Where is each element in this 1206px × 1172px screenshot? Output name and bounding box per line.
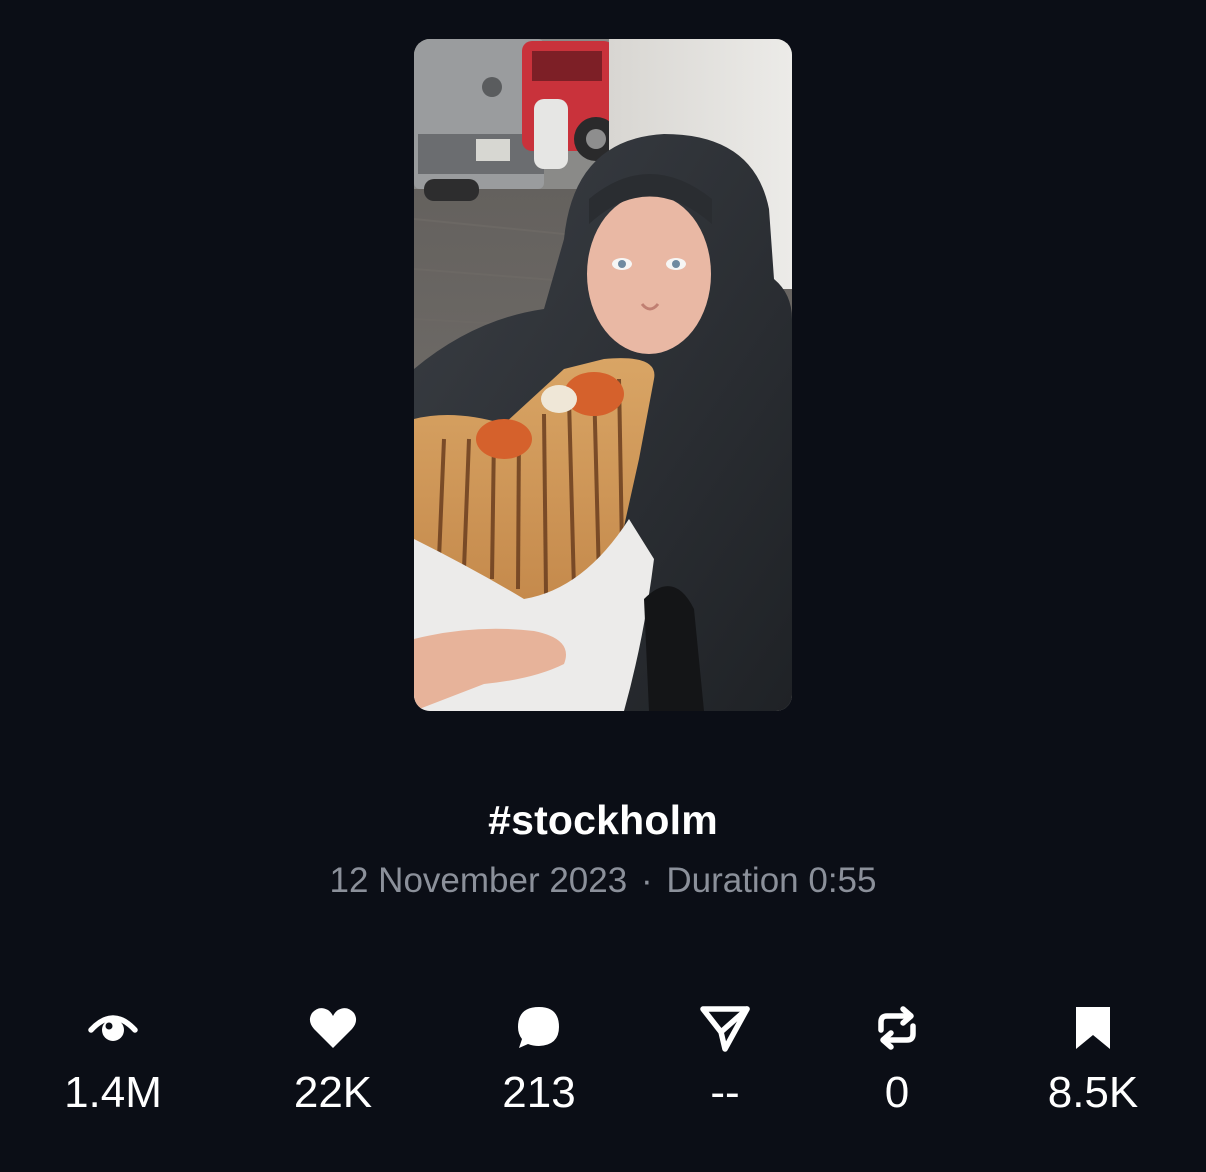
stat-saves-value: 8.5K — [1047, 1068, 1139, 1117]
video-duration: Duration 0:55 — [666, 861, 877, 900]
stats-bar: 1.4M 22K 213 -- 0 8.5K — [0, 1000, 1206, 1130]
comment-bubble-icon — [511, 1000, 567, 1056]
send-icon — [697, 1000, 753, 1056]
stat-views[interactable]: 1.4M — [23, 1000, 203, 1120]
stat-views-value: 1.4M — [64, 1068, 162, 1117]
eye-icon — [85, 1000, 141, 1056]
bookmark-icon — [1065, 1000, 1121, 1056]
stat-comments-value: 213 — [502, 1068, 576, 1117]
stat-likes[interactable]: 22K — [243, 1000, 423, 1120]
stat-reposts-value: 0 — [884, 1068, 910, 1117]
stat-comments[interactable]: 213 — [449, 1000, 629, 1120]
video-title: #stockholm — [488, 797, 718, 843]
post-date: 12 November 2023 — [329, 861, 628, 900]
video-meta: 12 November 2023 · Duration 0:55 — [0, 858, 1206, 904]
thumbnail-image — [414, 39, 792, 711]
heart-icon — [305, 1000, 361, 1056]
stat-shares-value: -- — [710, 1068, 740, 1117]
stat-reposts[interactable]: 0 — [807, 1000, 987, 1120]
video-thumbnail[interactable] — [414, 39, 792, 711]
stat-saves[interactable]: 8.5K — [1003, 1000, 1183, 1120]
meta-separator: · — [640, 861, 653, 900]
stat-shares[interactable]: -- — [635, 1000, 815, 1120]
repost-icon — [869, 1000, 925, 1056]
stat-likes-value: 22K — [293, 1068, 373, 1117]
